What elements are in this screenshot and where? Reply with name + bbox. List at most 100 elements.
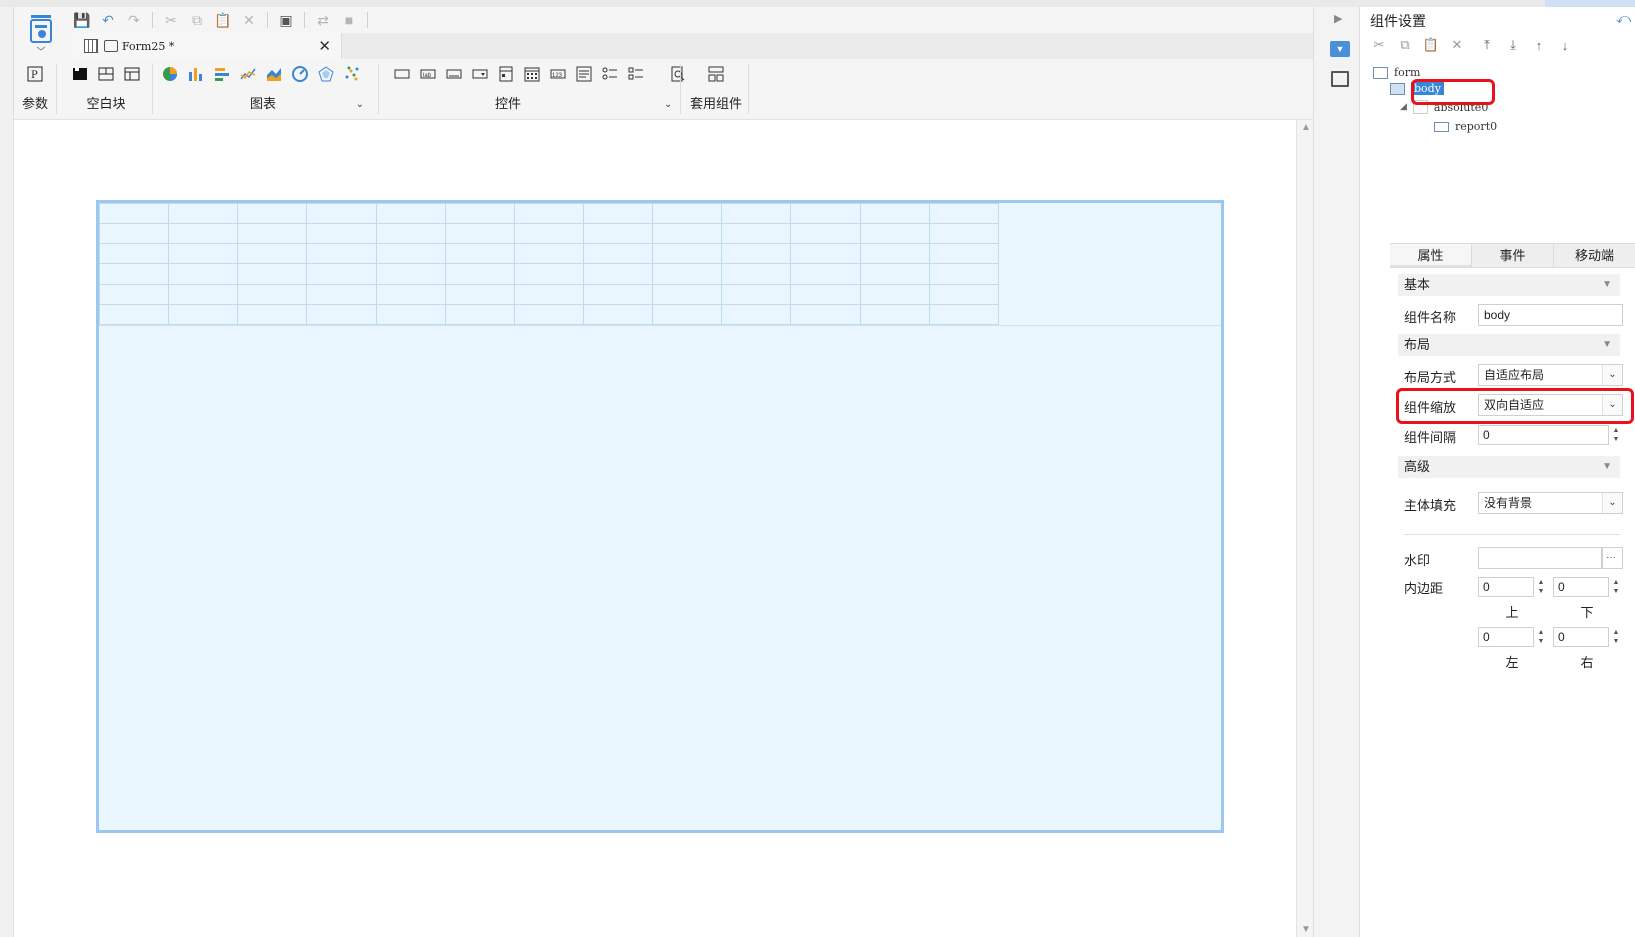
grid-cell[interactable] — [859, 243, 930, 265]
copy-icon[interactable]: ⧉ — [187, 11, 207, 29]
grid-cell[interactable] — [375, 223, 446, 245]
square-icon[interactable]: ■ — [339, 11, 359, 29]
grid-cell[interactable] — [375, 243, 446, 265]
tab-properties[interactable]: 属性 — [1390, 244, 1471, 267]
date-icon[interactable] — [498, 66, 514, 82]
gauge-chart-icon[interactable] — [292, 66, 308, 82]
grid-cell[interactable] — [306, 202, 377, 225]
section-advanced[interactable]: 高级 ▼ — [1398, 456, 1620, 478]
vertical-scrollbar[interactable]: ▲ ▼ — [1296, 120, 1313, 937]
grid-cell[interactable] — [721, 303, 792, 326]
grid-cell[interactable] — [444, 243, 515, 265]
switch-icon[interactable]: ⇄ — [313, 11, 333, 29]
grid-cell[interactable] — [652, 283, 723, 305]
move-up-icon[interactable]: ↑ — [1530, 36, 1548, 54]
padding-bottom-stepper[interactable]: 0 ▲ ▼ — [1553, 577, 1619, 597]
grid-cell[interactable] — [928, 283, 1000, 305]
grid-cell[interactable] — [444, 263, 515, 285]
tree-node-form[interactable]: form — [1373, 66, 1420, 79]
grid-cell[interactable] — [928, 202, 1000, 225]
grid-cell[interactable] — [790, 243, 861, 265]
grid-cell[interactable] — [513, 303, 584, 326]
expand-icon[interactable]: ◢ — [1400, 102, 1407, 112]
grid-cell[interactable] — [859, 263, 930, 285]
calendar-icon[interactable] — [524, 66, 540, 82]
collapse-right-icon[interactable]: ▶ — [1334, 12, 1342, 25]
watermark-browse-button[interactable]: ··· — [1602, 547, 1623, 569]
grid-cell[interactable] — [237, 243, 308, 265]
close-icon[interactable]: ✕ — [318, 37, 331, 55]
grid-cell[interactable] — [582, 243, 654, 265]
checkbox-group-icon[interactable] — [628, 66, 644, 82]
radio-group-icon[interactable] — [602, 66, 618, 82]
grid-cell[interactable] — [168, 243, 239, 265]
grid-cell[interactable] — [721, 243, 792, 265]
grid-cell[interactable] — [513, 283, 584, 305]
grid-cell[interactable] — [721, 223, 792, 245]
delete-icon[interactable]: ✕ — [1448, 36, 1466, 54]
label-icon[interactable]: lab — [420, 66, 436, 82]
grid-cell[interactable] — [237, 283, 308, 305]
grid-cell[interactable] — [928, 263, 1000, 285]
grid-cell[interactable] — [859, 283, 930, 305]
grid-block-icon[interactable] — [124, 66, 140, 82]
cut-icon[interactable]: ✂ — [161, 11, 181, 29]
grid-cell[interactable] — [98, 283, 170, 305]
stepper-arrows-icon[interactable]: ▲ ▼ — [1535, 578, 1547, 598]
stepper-arrows-icon[interactable]: ▲ ▼ — [1610, 628, 1622, 648]
grid-cell[interactable] — [375, 283, 446, 305]
chevron-down-icon[interactable]: ⌄ — [356, 99, 364, 110]
cut-icon[interactable]: ✂ — [1370, 36, 1388, 54]
widget-settings-icon[interactable]: ▼ — [1330, 41, 1350, 57]
component-gap-stepper[interactable]: 0 ▲ ▼ — [1478, 425, 1619, 445]
textarea-icon[interactable] — [576, 66, 592, 82]
black-block-icon[interactable] — [72, 66, 88, 82]
button-icon[interactable] — [446, 66, 462, 82]
scatter-chart-icon[interactable] — [344, 66, 360, 82]
grid-cell[interactable] — [582, 263, 654, 285]
tab-mobile[interactable]: 移动端 — [1553, 244, 1635, 267]
grid-cell[interactable] — [582, 202, 654, 225]
grid-cell[interactable] — [237, 202, 308, 225]
text-box-icon[interactable] — [394, 66, 410, 82]
tab-events[interactable]: 事件 — [1471, 244, 1553, 267]
grid-cell[interactable] — [790, 223, 861, 245]
undo-icon[interactable]: ↶ — [98, 11, 118, 29]
grid-cell[interactable] — [652, 223, 723, 245]
grid-cell[interactable] — [513, 223, 584, 245]
grid-cell[interactable] — [721, 202, 792, 225]
copy-icon[interactable]: ⧉ — [1396, 36, 1414, 54]
grid-cell[interactable] — [721, 283, 792, 305]
bar-chart-icon[interactable] — [188, 66, 204, 82]
grid-cell[interactable] — [306, 303, 377, 326]
body-fill-select[interactable]: 没有背景 ⌄ — [1478, 492, 1623, 514]
grid-cell[interactable] — [98, 243, 170, 265]
grid-cell[interactable] — [513, 263, 584, 285]
line-chart-icon[interactable] — [240, 66, 256, 82]
paste-icon[interactable]: 📋 — [1422, 36, 1440, 54]
grid-cell[interactable] — [375, 263, 446, 285]
grid-cell[interactable] — [928, 303, 1000, 326]
grid-cell[interactable] — [168, 202, 239, 225]
component-name-input[interactable]: body — [1478, 304, 1623, 326]
grid-cell[interactable] — [306, 223, 377, 245]
grid-cell[interactable] — [928, 243, 1000, 265]
grid-cell[interactable] — [98, 303, 170, 326]
delete-icon[interactable]: ✕ — [239, 11, 259, 29]
grid-cell[interactable] — [652, 202, 723, 225]
grid-cell[interactable] — [652, 303, 723, 326]
watermark-input[interactable] — [1478, 547, 1602, 569]
grid-cell[interactable] — [98, 223, 170, 245]
section-layout[interactable]: 布局 ▼ — [1398, 334, 1620, 356]
grid-cell[interactable] — [375, 303, 446, 326]
padding-right-stepper[interactable]: 0 ▲ ▼ — [1553, 627, 1619, 647]
grid-cell[interactable] — [168, 283, 239, 305]
pie-chart-icon[interactable] — [162, 66, 178, 82]
grid-cell[interactable] — [582, 283, 654, 305]
stepper-arrows-icon[interactable]: ▲ ▼ — [1610, 578, 1622, 598]
grid-cell[interactable] — [237, 223, 308, 245]
grid-cell[interactable] — [721, 263, 792, 285]
grid-cell[interactable] — [306, 263, 377, 285]
stepper-arrows-icon[interactable]: ▲ ▼ — [1535, 628, 1547, 648]
save-icon[interactable]: 💾 — [72, 11, 92, 29]
